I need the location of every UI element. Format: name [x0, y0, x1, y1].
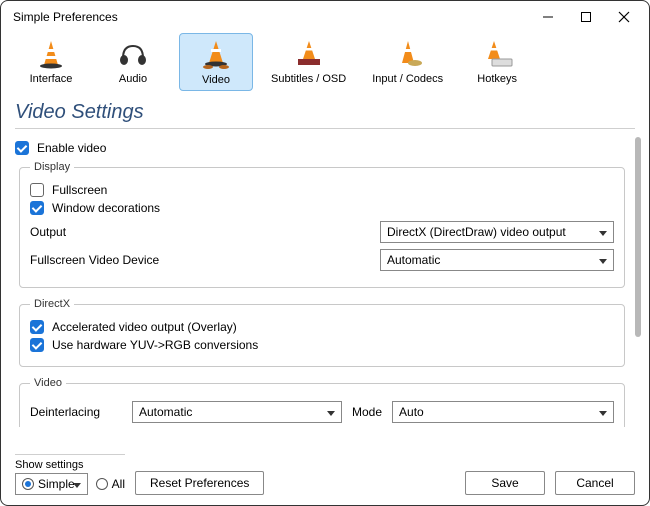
window-decorations-checkbox[interactable]: Window decorations: [30, 201, 614, 215]
show-settings-all-radio[interactable]: All: [96, 477, 125, 491]
tab-subtitles[interactable]: Subtitles / OSD: [263, 33, 354, 91]
window-title: Simple Preferences: [13, 10, 529, 24]
checkbox-label: Use hardware YUV->RGB conversions: [52, 338, 258, 352]
tab-label: Video: [202, 74, 230, 86]
window-titlebar: Simple Preferences: [1, 1, 649, 33]
page-title: Video Settings: [1, 99, 649, 128]
cone-book-icon: [281, 37, 337, 71]
settings-panel: Enable video Display Fullscreen Window d…: [15, 137, 641, 427]
cone-film-icon: [188, 38, 244, 72]
tab-interface[interactable]: Interface: [15, 33, 87, 91]
scrollbar[interactable]: [635, 137, 641, 337]
category-tabs: Interface Audio Video Subtitles / OSD In…: [1, 33, 649, 99]
cone-disc-icon: [380, 37, 436, 71]
tab-label: Audio: [119, 73, 147, 85]
mode-select[interactable]: Auto: [392, 401, 614, 423]
mode-label: Mode: [352, 405, 382, 419]
fullscreen-checkbox[interactable]: Fullscreen: [30, 183, 614, 197]
display-group: Display Fullscreen Window decorations Ou…: [19, 161, 625, 288]
headphones-icon: [105, 37, 161, 71]
overlay-checkbox[interactable]: Accelerated video output (Overlay): [30, 320, 614, 334]
group-legend: DirectX: [30, 298, 74, 310]
group-legend: Video: [30, 377, 66, 389]
fullscreen-device-select[interactable]: Automatic: [380, 249, 614, 271]
checkbox-label: Enable video: [37, 141, 106, 155]
footer: Show settings Simple All Reset Preferenc…: [1, 448, 649, 505]
minimize-button[interactable]: [529, 3, 567, 31]
reset-preferences-button[interactable]: Reset Preferences: [135, 471, 264, 495]
cancel-button[interactable]: Cancel: [555, 471, 635, 495]
tab-label: Subtitles / OSD: [271, 73, 346, 85]
checkbox-label: Fullscreen: [52, 183, 107, 197]
cone-keyboard-icon: [469, 37, 525, 71]
tab-label: Hotkeys: [477, 73, 517, 85]
tab-hotkeys[interactable]: Hotkeys: [461, 33, 533, 91]
group-legend: Display: [30, 161, 74, 173]
fullscreen-device-label: Fullscreen Video Device: [30, 253, 370, 267]
tab-input-codecs[interactable]: Input / Codecs: [364, 33, 451, 91]
cone-icon: [23, 37, 79, 71]
tab-audio[interactable]: Audio: [97, 33, 169, 91]
show-settings-simple-radio[interactable]: Simple: [15, 473, 88, 495]
maximize-button[interactable]: [567, 3, 605, 31]
enable-video-checkbox[interactable]: Enable video: [15, 141, 629, 155]
checkbox-label: Accelerated video output (Overlay): [52, 320, 237, 334]
tab-label: Interface: [30, 73, 73, 85]
show-settings-label: Show settings: [15, 459, 125, 471]
tab-label: Input / Codecs: [372, 73, 443, 85]
output-select[interactable]: DirectX (DirectDraw) video output: [380, 221, 614, 243]
show-settings-group: Show settings Simple All: [15, 454, 125, 495]
video-group: Video Deinterlacing Automatic Mode Auto …: [19, 377, 625, 427]
divider: [15, 128, 635, 129]
close-button[interactable]: [605, 3, 643, 31]
directx-group: DirectX Accelerated video output (Overla…: [19, 298, 625, 367]
output-label: Output: [30, 225, 370, 239]
deinterlacing-label: Deinterlacing: [30, 405, 122, 419]
checkbox-label: Window decorations: [52, 201, 160, 215]
yuv-rgb-checkbox[interactable]: Use hardware YUV->RGB conversions: [30, 338, 614, 352]
tab-video[interactable]: Video: [179, 33, 253, 91]
save-button[interactable]: Save: [465, 471, 545, 495]
deinterlacing-select[interactable]: Automatic: [132, 401, 342, 423]
